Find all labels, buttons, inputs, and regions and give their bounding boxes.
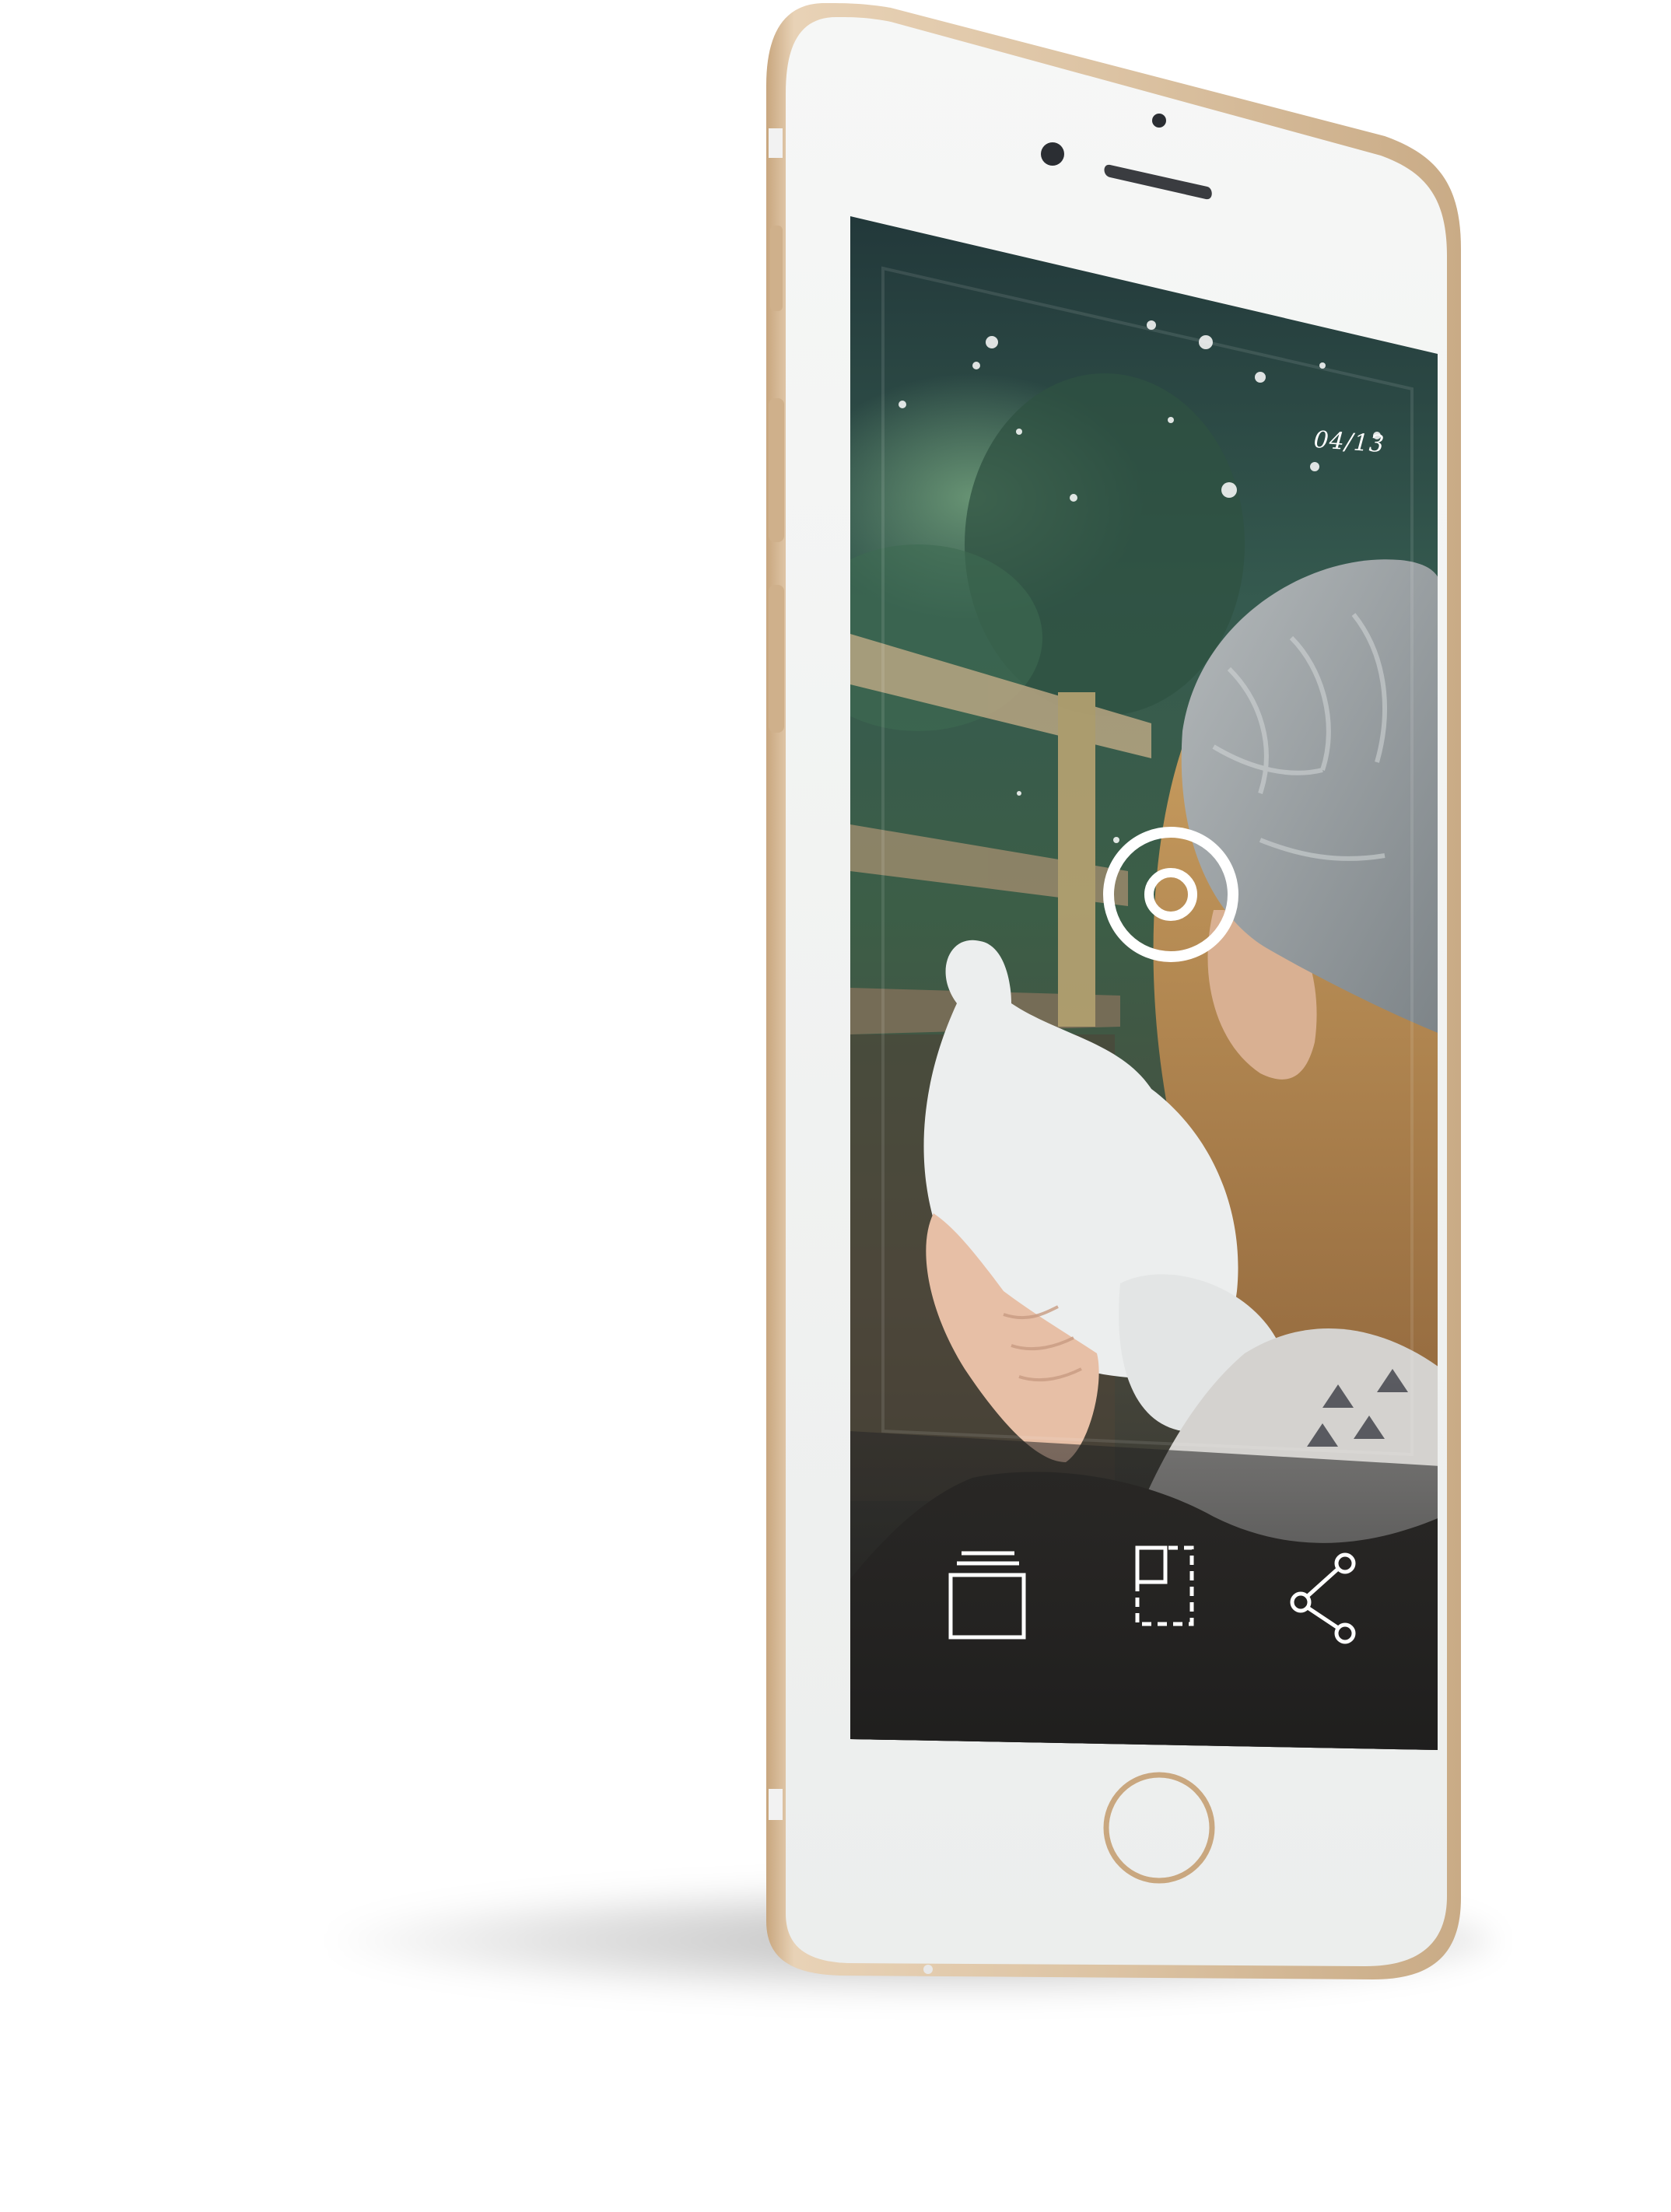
photo-counter: 04/13 (1312, 426, 1386, 459)
bottom-toolbar (850, 1431, 1438, 1750)
iphone-device (766, 3, 1461, 1979)
volume-down-button (769, 585, 784, 733)
mute-switch (770, 226, 783, 311)
front-camera (1041, 142, 1064, 166)
proximity-sensor (1152, 114, 1166, 128)
mockup-stage: 04/13 (0, 0, 1671, 2212)
volume-up-button (769, 398, 784, 542)
microphone-hole (923, 1965, 933, 1974)
